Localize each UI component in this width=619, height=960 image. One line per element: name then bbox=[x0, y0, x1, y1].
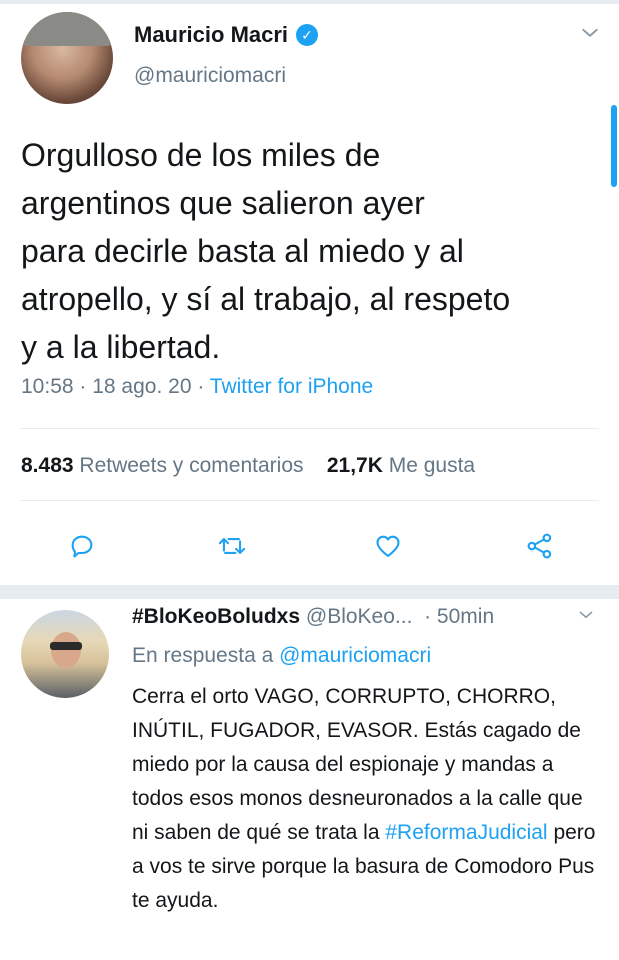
reply-prefix: En respuesta a bbox=[132, 644, 274, 667]
top-divider bbox=[0, 0, 619, 4]
reply-avatar[interactable] bbox=[21, 610, 109, 698]
hashtag-link[interactable]: #ReformaJudicial bbox=[385, 821, 547, 844]
reply-mention-link[interactable]: @mauriciomacri bbox=[279, 644, 431, 667]
tweet-date: 18 ago. 20 bbox=[92, 375, 192, 398]
retweets-count[interactable]: 8.483 bbox=[21, 454, 74, 477]
scrollbar[interactable] bbox=[611, 105, 617, 187]
like-button[interactable] bbox=[368, 524, 408, 568]
reply-icon bbox=[71, 535, 93, 558]
action-bar bbox=[0, 524, 619, 568]
heart-icon bbox=[376, 535, 400, 557]
chevron-down-icon[interactable] bbox=[574, 606, 598, 630]
author-row: Mauricio Macri ✓ bbox=[134, 22, 319, 48]
divider bbox=[21, 428, 599, 429]
reply-author-name[interactable]: #BloKeoBoludxs bbox=[132, 605, 300, 628]
retweets-label[interactable]: Retweets y comentarios bbox=[79, 454, 303, 477]
avatar[interactable] bbox=[21, 12, 113, 104]
retweet-button[interactable] bbox=[212, 524, 252, 568]
reply-author-handle[interactable]: @BloKeo... bbox=[306, 605, 413, 628]
reply-text: Cerra el orto VAGO, CORRUPTO, CHORRO, IN… bbox=[132, 680, 602, 918]
author-name[interactable]: Mauricio Macri bbox=[134, 22, 288, 48]
author-handle[interactable]: @mauriciomacri bbox=[134, 64, 286, 88]
section-divider bbox=[0, 585, 619, 599]
reply-time[interactable]: · 50min bbox=[424, 605, 494, 628]
share-icon bbox=[527, 533, 552, 559]
tweet-meta: 10:58 · 18 ago. 20 · Twitter for iPhone bbox=[21, 375, 373, 399]
tweet-source-link[interactable]: Twitter for iPhone bbox=[210, 375, 373, 398]
reply-button[interactable] bbox=[62, 524, 102, 568]
likes-label[interactable]: Me gusta bbox=[389, 454, 475, 477]
reply-context: En respuesta a @mauriciomacri bbox=[132, 644, 431, 668]
share-button[interactable] bbox=[520, 524, 560, 568]
reply-author-row: #BloKeoBoludxs @BloKeo... · 50min bbox=[132, 605, 494, 629]
divider bbox=[21, 500, 599, 501]
chevron-down-icon[interactable] bbox=[578, 22, 602, 46]
retweet-icon bbox=[218, 538, 246, 554]
meta-separator: · bbox=[73, 375, 93, 398]
meta-separator: · bbox=[191, 375, 210, 398]
tweet-text: Orgulloso de los miles de argentinos que… bbox=[21, 137, 511, 365]
tweet-time: 10:58 bbox=[21, 375, 74, 398]
likes-count[interactable]: 21,7K bbox=[327, 454, 383, 477]
verified-badge-icon: ✓ bbox=[296, 24, 319, 46]
tweet-stats: 8.483 Retweets y comentarios 21,7K Me gu… bbox=[21, 454, 475, 478]
